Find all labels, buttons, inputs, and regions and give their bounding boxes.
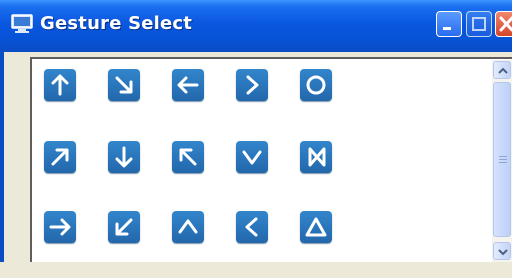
app-icon	[11, 14, 33, 33]
minimize-button[interactable]	[436, 11, 462, 37]
gesture-select-window: Gesture Select	[0, 0, 512, 278]
maximize-button[interactable]	[466, 11, 492, 37]
thumb-grip	[499, 162, 507, 163]
bowtie-icon	[308, 147, 326, 167]
gesture-button-chevron-up[interactable]	[172, 211, 204, 243]
gesture-button-arrow-down[interactable]	[108, 141, 140, 173]
minimize-icon	[443, 27, 451, 30]
arrow-down-left-icon	[115, 218, 133, 236]
gesture-button-arrow-down-right[interactable]	[108, 69, 140, 101]
gesture-list-pane	[30, 57, 512, 262]
chevron-down-icon	[242, 150, 262, 165]
gesture-button-bowtie[interactable]	[300, 141, 332, 173]
gesture-button-triangle[interactable]	[300, 211, 332, 243]
arrow-up-right-icon	[51, 148, 69, 166]
gesture-button-chevron-down[interactable]	[236, 141, 268, 173]
gesture-button-arrow-up-left[interactable]	[172, 141, 204, 173]
thumb-grip	[499, 159, 507, 160]
title-bar[interactable]: Gesture Select	[0, 0, 512, 52]
chevron-up-icon	[178, 219, 198, 234]
gesture-button-arrow-up-right[interactable]	[44, 141, 76, 173]
gesture-button-arrow-up[interactable]	[44, 69, 76, 101]
triangle-icon	[305, 217, 327, 237]
arrow-right-icon	[49, 218, 71, 236]
close-icon	[499, 16, 512, 32]
scroll-thumb[interactable]	[493, 82, 511, 237]
arrow-up-icon	[51, 74, 69, 96]
arrow-left-icon	[177, 76, 199, 94]
arrow-down-right-icon	[115, 76, 133, 94]
chevron-up-icon	[498, 67, 508, 74]
gesture-button-arrow-right[interactable]	[44, 211, 76, 243]
chevron-down-icon	[498, 249, 508, 256]
window-body	[0, 52, 512, 278]
gesture-button-circle[interactable]	[300, 69, 332, 101]
window-title: Gesture Select	[40, 13, 193, 34]
arrow-down-icon	[115, 146, 133, 168]
thumb-grip	[499, 156, 507, 157]
vertical-scrollbar[interactable]	[492, 60, 512, 262]
window-border	[0, 52, 4, 278]
chevron-left-icon	[245, 217, 258, 237]
circle-icon	[306, 75, 326, 95]
maximize-icon	[472, 17, 486, 31]
chevron-right-icon	[246, 75, 259, 95]
status-bar	[0, 262, 512, 278]
scroll-up-button[interactable]	[493, 61, 511, 79]
gesture-button-arrow-left[interactable]	[172, 69, 204, 101]
arrow-up-left-icon	[179, 148, 197, 166]
gesture-button-chevron-left[interactable]	[236, 211, 268, 243]
close-button[interactable]	[495, 11, 512, 37]
gesture-button-chevron-right[interactable]	[236, 69, 268, 101]
gesture-button-arrow-down-left[interactable]	[108, 211, 140, 243]
scroll-down-button[interactable]	[493, 242, 511, 260]
